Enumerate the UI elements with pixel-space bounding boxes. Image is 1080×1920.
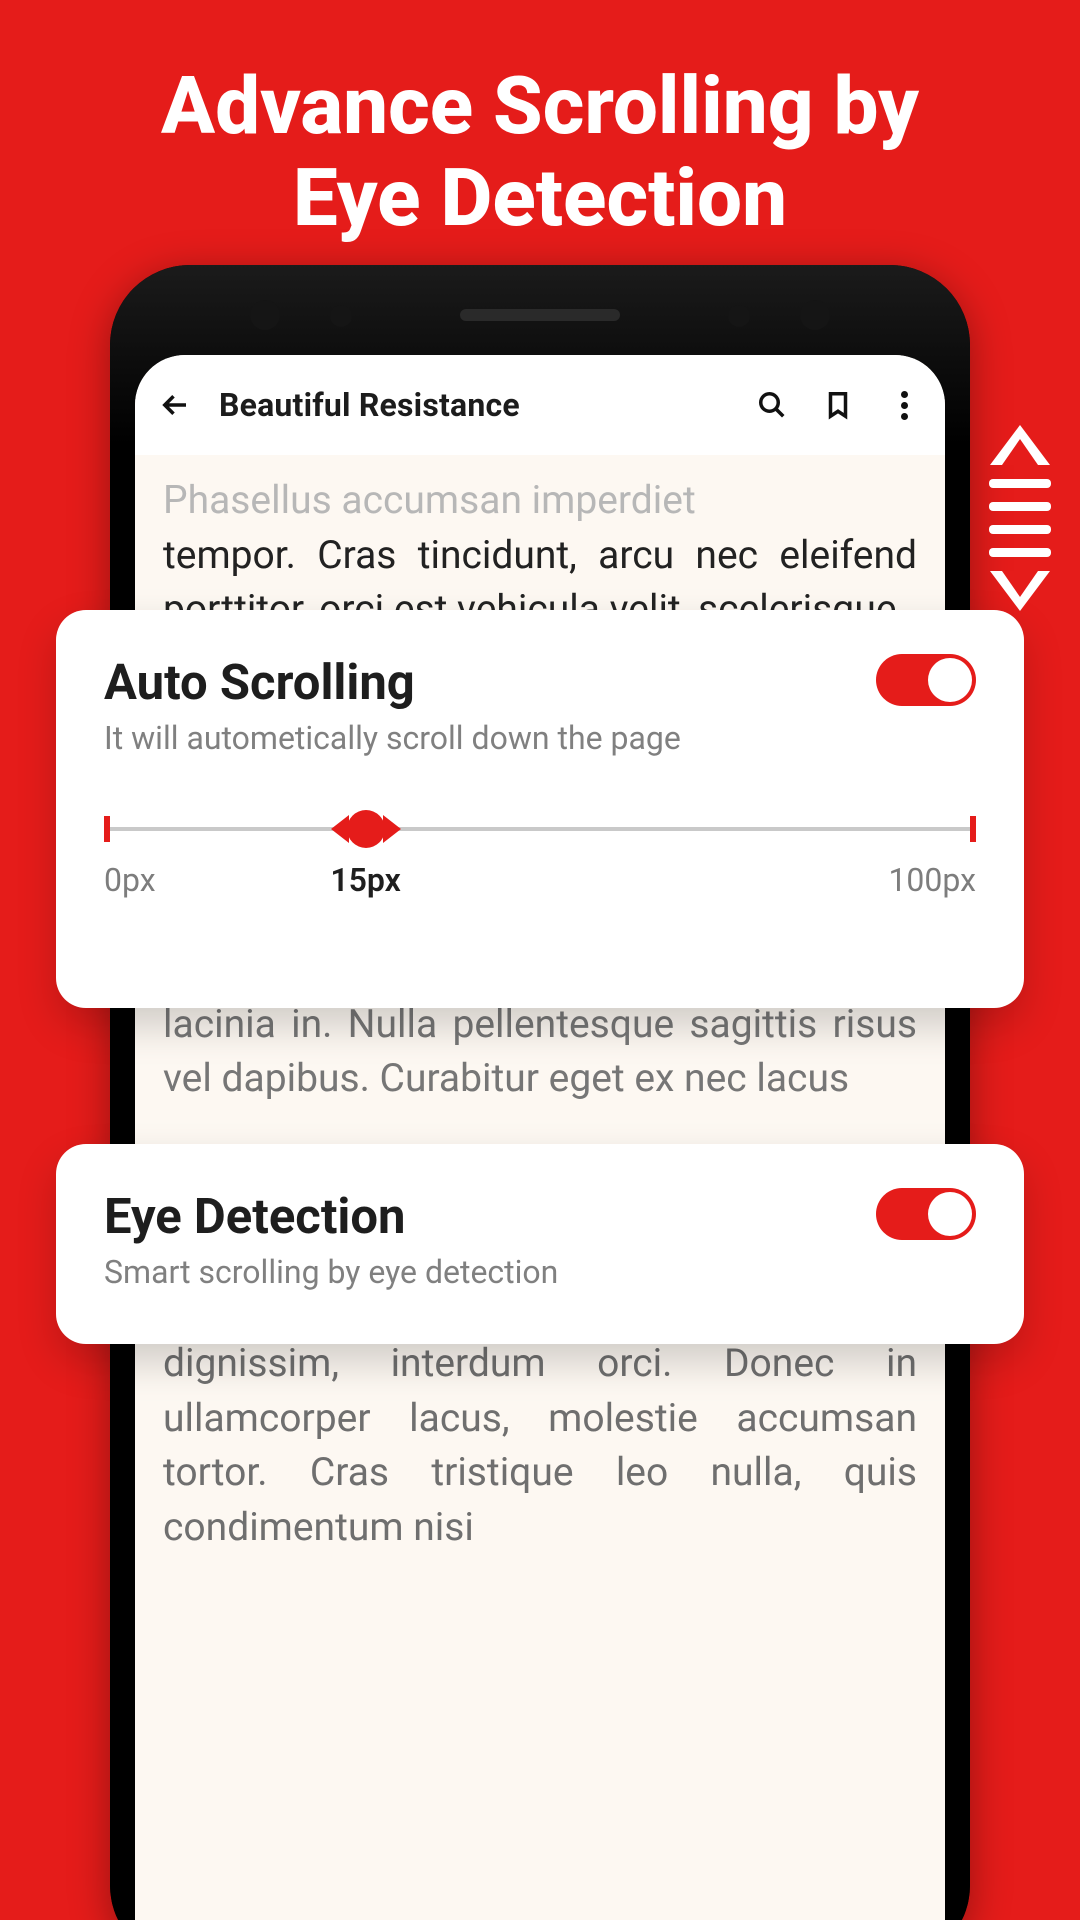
bar-icon <box>989 525 1051 534</box>
toggle-knob <box>928 658 972 702</box>
reader-line: Phasellus accumsan imperdiet <box>163 473 917 528</box>
slider-value-label: 15px <box>330 861 401 899</box>
bar-icon <box>989 479 1051 488</box>
card-header: Eye Detection Smart scrolling by eye det… <box>104 1188 976 1291</box>
card-text: Auto Scrolling It will autometically scr… <box>104 654 681 757</box>
slider-end-left <box>104 816 110 842</box>
slider-labels: 0px 15px 100px <box>104 861 976 901</box>
page-title: Beautiful Resistance <box>219 386 520 424</box>
bar-icon <box>989 548 1051 557</box>
phone-screen: Beautiful Resistance Phasellus accumsan … <box>135 355 945 1920</box>
camera-dot <box>800 300 830 330</box>
eye-detection-card: Eye Detection Smart scrolling by eye det… <box>56 1144 1024 1344</box>
headline-line-1: Advance Scrolling by <box>0 60 1080 152</box>
more-button[interactable] <box>881 382 927 428</box>
sensor-dot <box>728 305 750 327</box>
slider-end-right <box>970 816 976 842</box>
eye-detection-subtitle: Smart scrolling by eye detection <box>104 1253 558 1291</box>
card-text: Eye Detection Smart scrolling by eye det… <box>104 1188 558 1291</box>
slider-max-label: 100px <box>888 861 976 899</box>
headline-line-2: Eye Detection <box>0 152 1080 244</box>
phone-frame: Beautiful Resistance Phasellus accumsan … <box>110 265 970 1920</box>
speed-slider-wrap: 0px 15px 100px <box>104 813 976 901</box>
more-dot-icon <box>901 402 908 409</box>
speaker-slot <box>460 309 620 321</box>
slider-min-label: 0px <box>104 861 156 899</box>
slider-track <box>104 827 976 831</box>
auto-scrolling-toggle[interactable] <box>876 654 976 706</box>
auto-scrolling-card: Auto Scrolling It will autometically scr… <box>56 610 1024 1008</box>
fade-overlay <box>135 1820 945 1920</box>
bookmark-icon <box>823 390 853 420</box>
camera-dot <box>250 300 280 330</box>
triangle-down-icon <box>990 571 1050 611</box>
arrow-left-icon <box>161 390 191 420</box>
bar-icon <box>989 502 1051 511</box>
back-button[interactable] <box>153 382 199 428</box>
bookmark-button[interactable] <box>815 382 861 428</box>
sensor-dot <box>330 305 352 327</box>
eye-detection-toggle[interactable] <box>876 1188 976 1240</box>
slider-handle[interactable] <box>331 810 401 848</box>
toggle-knob <box>928 1192 972 1236</box>
handle-circle-icon <box>347 810 385 848</box>
more-dot-icon <box>901 413 908 420</box>
triangle-up-icon <box>990 425 1050 465</box>
search-icon <box>757 390 787 420</box>
app-bar: Beautiful Resistance <box>135 355 945 455</box>
auto-scrolling-title: Auto Scrolling <box>104 654 681 711</box>
scroll-indicator-icon <box>985 425 1055 611</box>
promo-background: Advance Scrolling by Eye Detection Beaut… <box>0 0 1080 1920</box>
auto-scrolling-subtitle: It will autometically scroll down the pa… <box>104 719 681 757</box>
more-dot-icon <box>901 391 908 398</box>
speed-slider[interactable] <box>104 813 976 845</box>
eye-detection-title: Eye Detection <box>104 1188 558 1245</box>
card-header: Auto Scrolling It will autometically scr… <box>104 654 976 757</box>
handle-right-icon <box>383 815 401 843</box>
search-button[interactable] <box>749 382 795 428</box>
promo-headline: Advance Scrolling by Eye Detection <box>0 0 1080 244</box>
